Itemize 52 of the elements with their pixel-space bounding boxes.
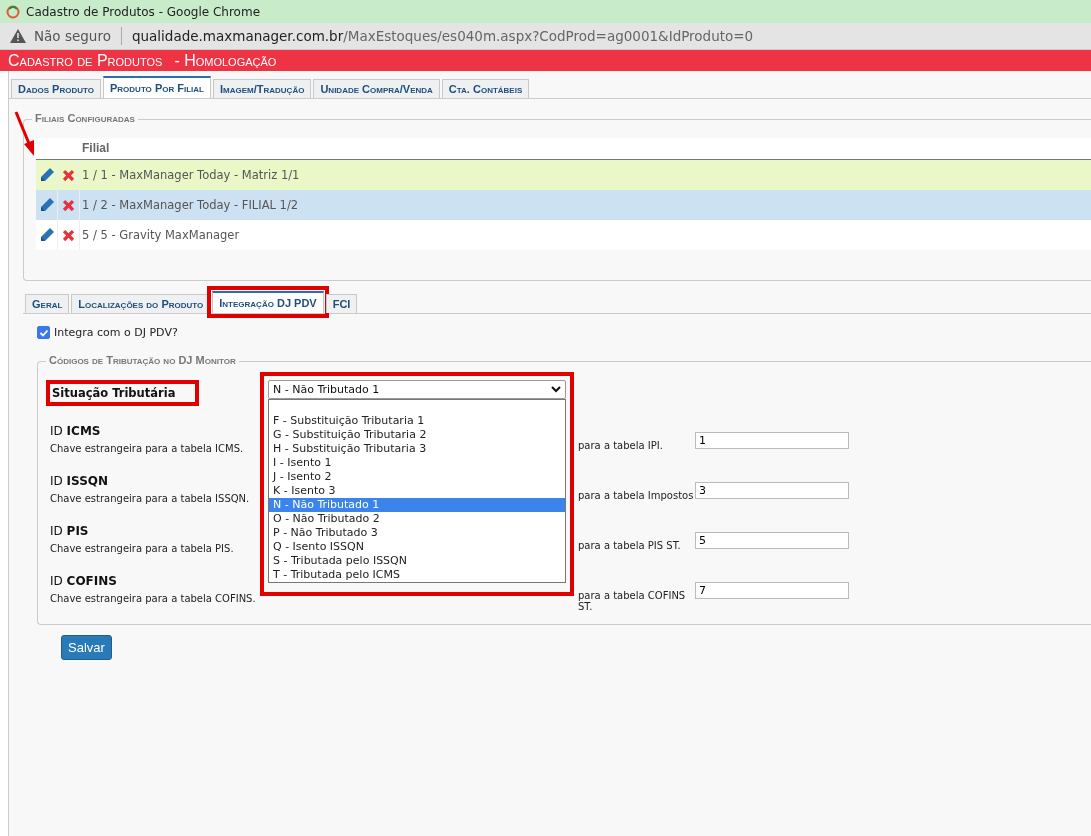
field-description: Chave estrangeira para a tabela ISSQN.	[50, 493, 251, 504]
table-cell-text: 5 / 5 - Gravity MaxManager	[81, 228, 241, 242]
panel-legend: Filiais Configuradas	[32, 112, 138, 124]
tab[interactable]: Imagem/Tradução	[213, 79, 312, 98]
tax-situation-select[interactable]: N - Não Tributado 1	[268, 380, 566, 399]
input-field[interactable]: 7	[695, 582, 849, 599]
pencil-icon[interactable]	[38, 197, 55, 213]
field-description: para a tabela Impostos	[577, 489, 695, 502]
delete-icon[interactable]	[61, 167, 76, 183]
save-button[interactable]: Salvar	[61, 635, 112, 660]
table-row[interactable]: 1 / 2 - MaxManager Today - FILIAL 1/2	[36, 190, 1091, 220]
tab[interactable]: Dados Produto	[11, 79, 101, 98]
field-label: ID COFINS	[50, 574, 118, 588]
field-description: para a tabela PIS ST.	[577, 539, 682, 552]
field-label: ID PIS	[50, 524, 90, 538]
tab[interactable]: Produto Por Filial	[103, 76, 211, 98]
checkbox[interactable]	[37, 326, 50, 339]
url-text[interactable]: qualidade.maxmanager.com.br/MaxEstoques/es040m.aspx?CodProd=ag0001&IdProduto=0	[131, 28, 754, 44]
column-header: Filial	[81, 140, 111, 157]
pencil-icon[interactable]	[38, 167, 55, 183]
input-field[interactable]: 5	[695, 532, 849, 549]
address-bar[interactable]: Não seguro qualidade.maxmanager.com.br/MaxEstoques/es040m.aspx?CodProd=ag0001&IdProduto=0	[0, 23, 1091, 50]
tab[interactable]: Unidade Compra/Venda	[313, 79, 440, 98]
table-cell-text: 1 / 1 - MaxManager Today - Matriz 1/1	[81, 168, 301, 182]
pencil-icon[interactable]	[38, 227, 55, 243]
dropdown-option[interactable]: N - Não Tributado 1	[269, 498, 565, 512]
environment-label: - Homologação	[174, 51, 277, 70]
warning-icon[interactable]	[10, 29, 26, 43]
field-label: ID ISSQN	[50, 474, 110, 488]
chevron-down-icon	[551, 386, 561, 393]
field-description: para a tabela COFINS ST.	[577, 589, 687, 612]
field-description: Chave estrangeira para a tabela COFINS.	[50, 593, 257, 604]
browser-logo-icon	[6, 4, 20, 19]
integrate-checkbox[interactable]: Integra com o DJ PDV?	[37, 326, 1091, 339]
security-label[interactable]: Não seguro	[34, 28, 111, 44]
delete-icon[interactable]	[61, 227, 76, 243]
checkbox-label: Integra com o DJ PDV?	[54, 326, 178, 339]
field-description: para a tabela IPI.	[577, 439, 664, 452]
field-label: ID ICMS	[50, 424, 102, 438]
tab[interactable]: Geral	[25, 294, 70, 313]
tab[interactable]: FCI	[325, 294, 358, 313]
tab[interactable]: Cta. Contábeis	[441, 79, 530, 98]
page-title: Cadastro de Produtos	[8, 51, 163, 70]
panel-legend: Códigos de Tributação no DJ Monitor	[46, 354, 239, 366]
input-field[interactable]: 3	[695, 482, 849, 499]
input-field[interactable]: 1	[695, 432, 849, 449]
window-title: Cadastro de Produtos - Google Chrome	[26, 4, 261, 19]
field-description: Chave estrangeira para a tabela ICMS.	[50, 443, 245, 454]
field-description: Chave estrangeira para a tabela PIS.	[50, 543, 235, 554]
check-icon	[38, 327, 49, 338]
delete-icon[interactable]	[61, 197, 76, 213]
table-cell-text: 1 / 2 - MaxManager Today - FILIAL 1/2	[81, 198, 300, 212]
